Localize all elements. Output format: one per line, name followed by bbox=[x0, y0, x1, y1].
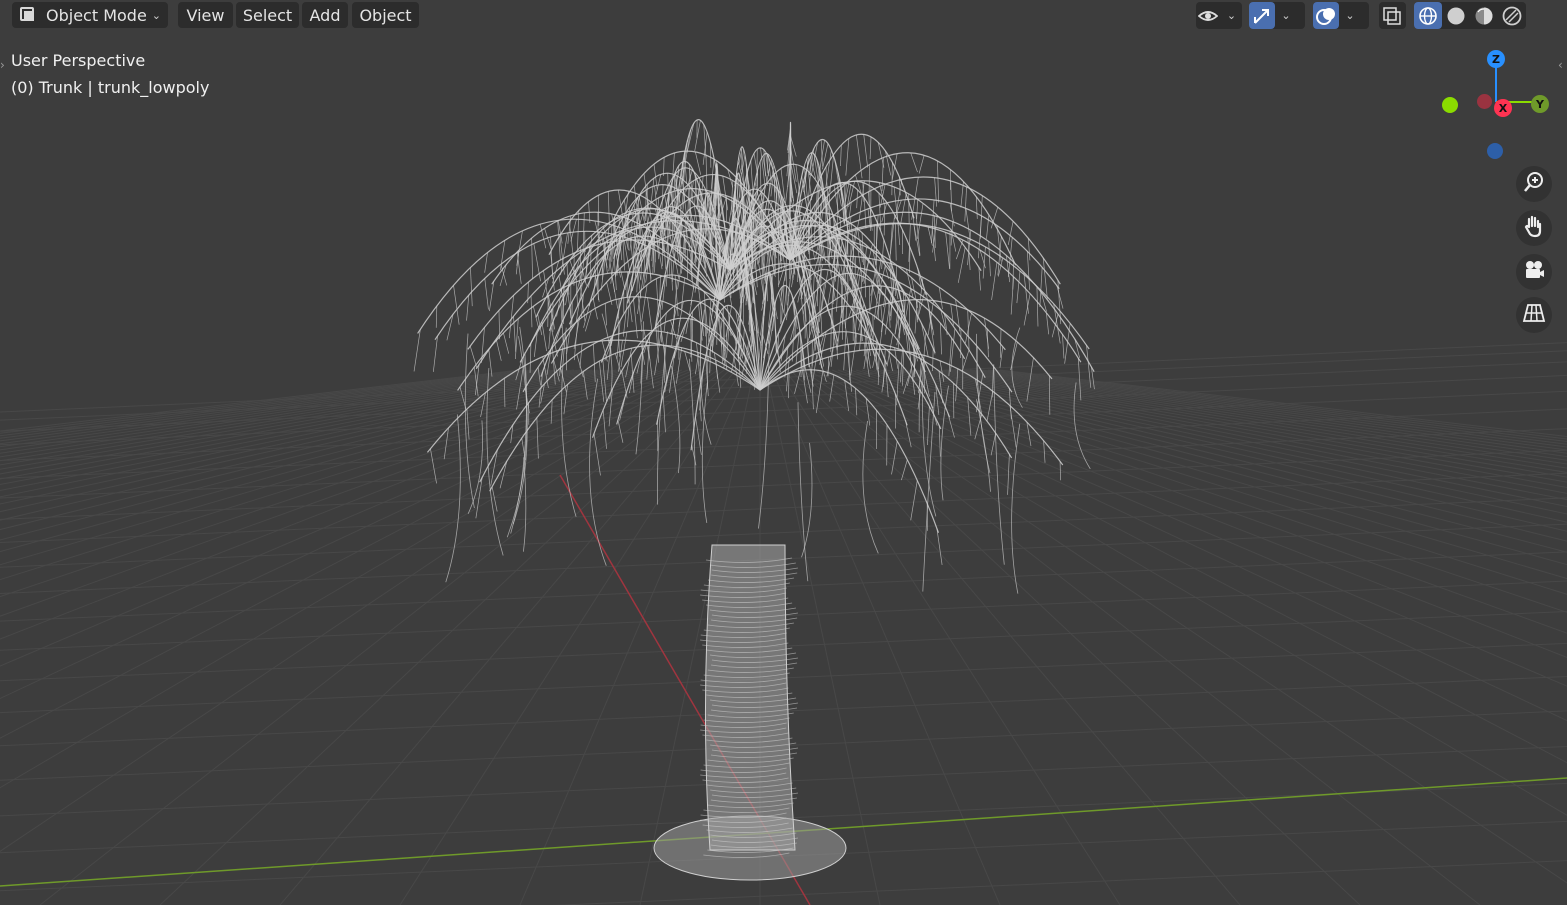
zoom-icon bbox=[1522, 170, 1546, 198]
shading-mode-group bbox=[1414, 2, 1526, 29]
overlay-toggle-icon bbox=[1313, 2, 1339, 29]
viewport-info: User Perspective (0) Trunk | trunk_lowpo… bbox=[11, 47, 209, 101]
y-axis-label: Y bbox=[1536, 97, 1544, 111]
ortho-grid-icon bbox=[1522, 301, 1546, 329]
overlay-toggle[interactable]: ⌄ bbox=[1313, 2, 1369, 29]
perspective-label: User Perspective bbox=[11, 51, 146, 70]
menu-view[interactable]: View bbox=[178, 2, 233, 28]
z-axis-label: Z bbox=[1492, 52, 1500, 66]
object-mode-icon bbox=[18, 5, 38, 25]
gizmo-toggle[interactable]: ⌄ bbox=[1249, 2, 1305, 29]
gizmo-y-positive[interactable]: Y bbox=[1531, 95, 1549, 113]
active-object-label: (0) Trunk | trunk_lowpoly bbox=[11, 78, 210, 97]
gizmo-x-negative[interactable] bbox=[1477, 94, 1492, 109]
chevron-down-icon: ⌄ bbox=[1345, 9, 1355, 22]
pan-button[interactable] bbox=[1516, 210, 1552, 246]
chevron-down-icon: ⌄ bbox=[1226, 9, 1237, 22]
x-axis-label: X bbox=[1498, 101, 1508, 115]
gizmo-y-negative[interactable] bbox=[1442, 97, 1458, 113]
solid-shading-icon[interactable] bbox=[1442, 2, 1470, 29]
camera-view-button[interactable] bbox=[1516, 254, 1552, 290]
palm-tree-mesh[interactable] bbox=[413, 119, 1095, 881]
visibility-dropdown[interactable]: ⌄ bbox=[1196, 2, 1242, 29]
menu-add[interactable]: Add bbox=[302, 2, 348, 28]
rendered-shading-icon[interactable] bbox=[1498, 2, 1526, 29]
mode-label: Object Mode bbox=[46, 5, 147, 25]
menu-object[interactable]: Object bbox=[352, 2, 419, 28]
gizmo-z-positive[interactable]: Z bbox=[1487, 50, 1505, 68]
ortho-toggle-button[interactable] bbox=[1516, 297, 1552, 333]
camera-view-icon bbox=[1522, 258, 1546, 286]
mode-dropdown[interactable]: Object Mode ⌄ bbox=[12, 2, 168, 28]
xray-toggle[interactable] bbox=[1379, 2, 1406, 29]
toolbar-expand-arrow[interactable]: › bbox=[0, 58, 5, 72]
visibility-icon bbox=[1196, 2, 1221, 29]
chevron-down-icon: ⌄ bbox=[1281, 9, 1291, 22]
chevron-down-icon: ⌄ bbox=[151, 8, 161, 22]
gizmo-toggle-icon bbox=[1249, 2, 1275, 29]
menu-select[interactable]: Select bbox=[236, 2, 299, 28]
zoom-button[interactable] bbox=[1516, 166, 1552, 202]
viewport-header: Object Mode ⌄ View Select Add Object ⌄ ⌄… bbox=[0, 0, 1567, 31]
viewport-canvas[interactable] bbox=[0, 0, 1567, 905]
navigation-gizmo[interactable]: Z Y X bbox=[1436, 44, 1556, 164]
sidebar-expand-arrow[interactable]: ‹ bbox=[1558, 58, 1563, 72]
xray-icon bbox=[1379, 2, 1405, 29]
pan-hand-icon bbox=[1522, 214, 1546, 242]
gizmo-x-positive[interactable]: X bbox=[1494, 99, 1512, 117]
wireframe-shading-icon[interactable] bbox=[1414, 2, 1442, 29]
material-shading-icon[interactable] bbox=[1470, 2, 1498, 29]
gizmo-z-negative[interactable] bbox=[1487, 143, 1503, 159]
